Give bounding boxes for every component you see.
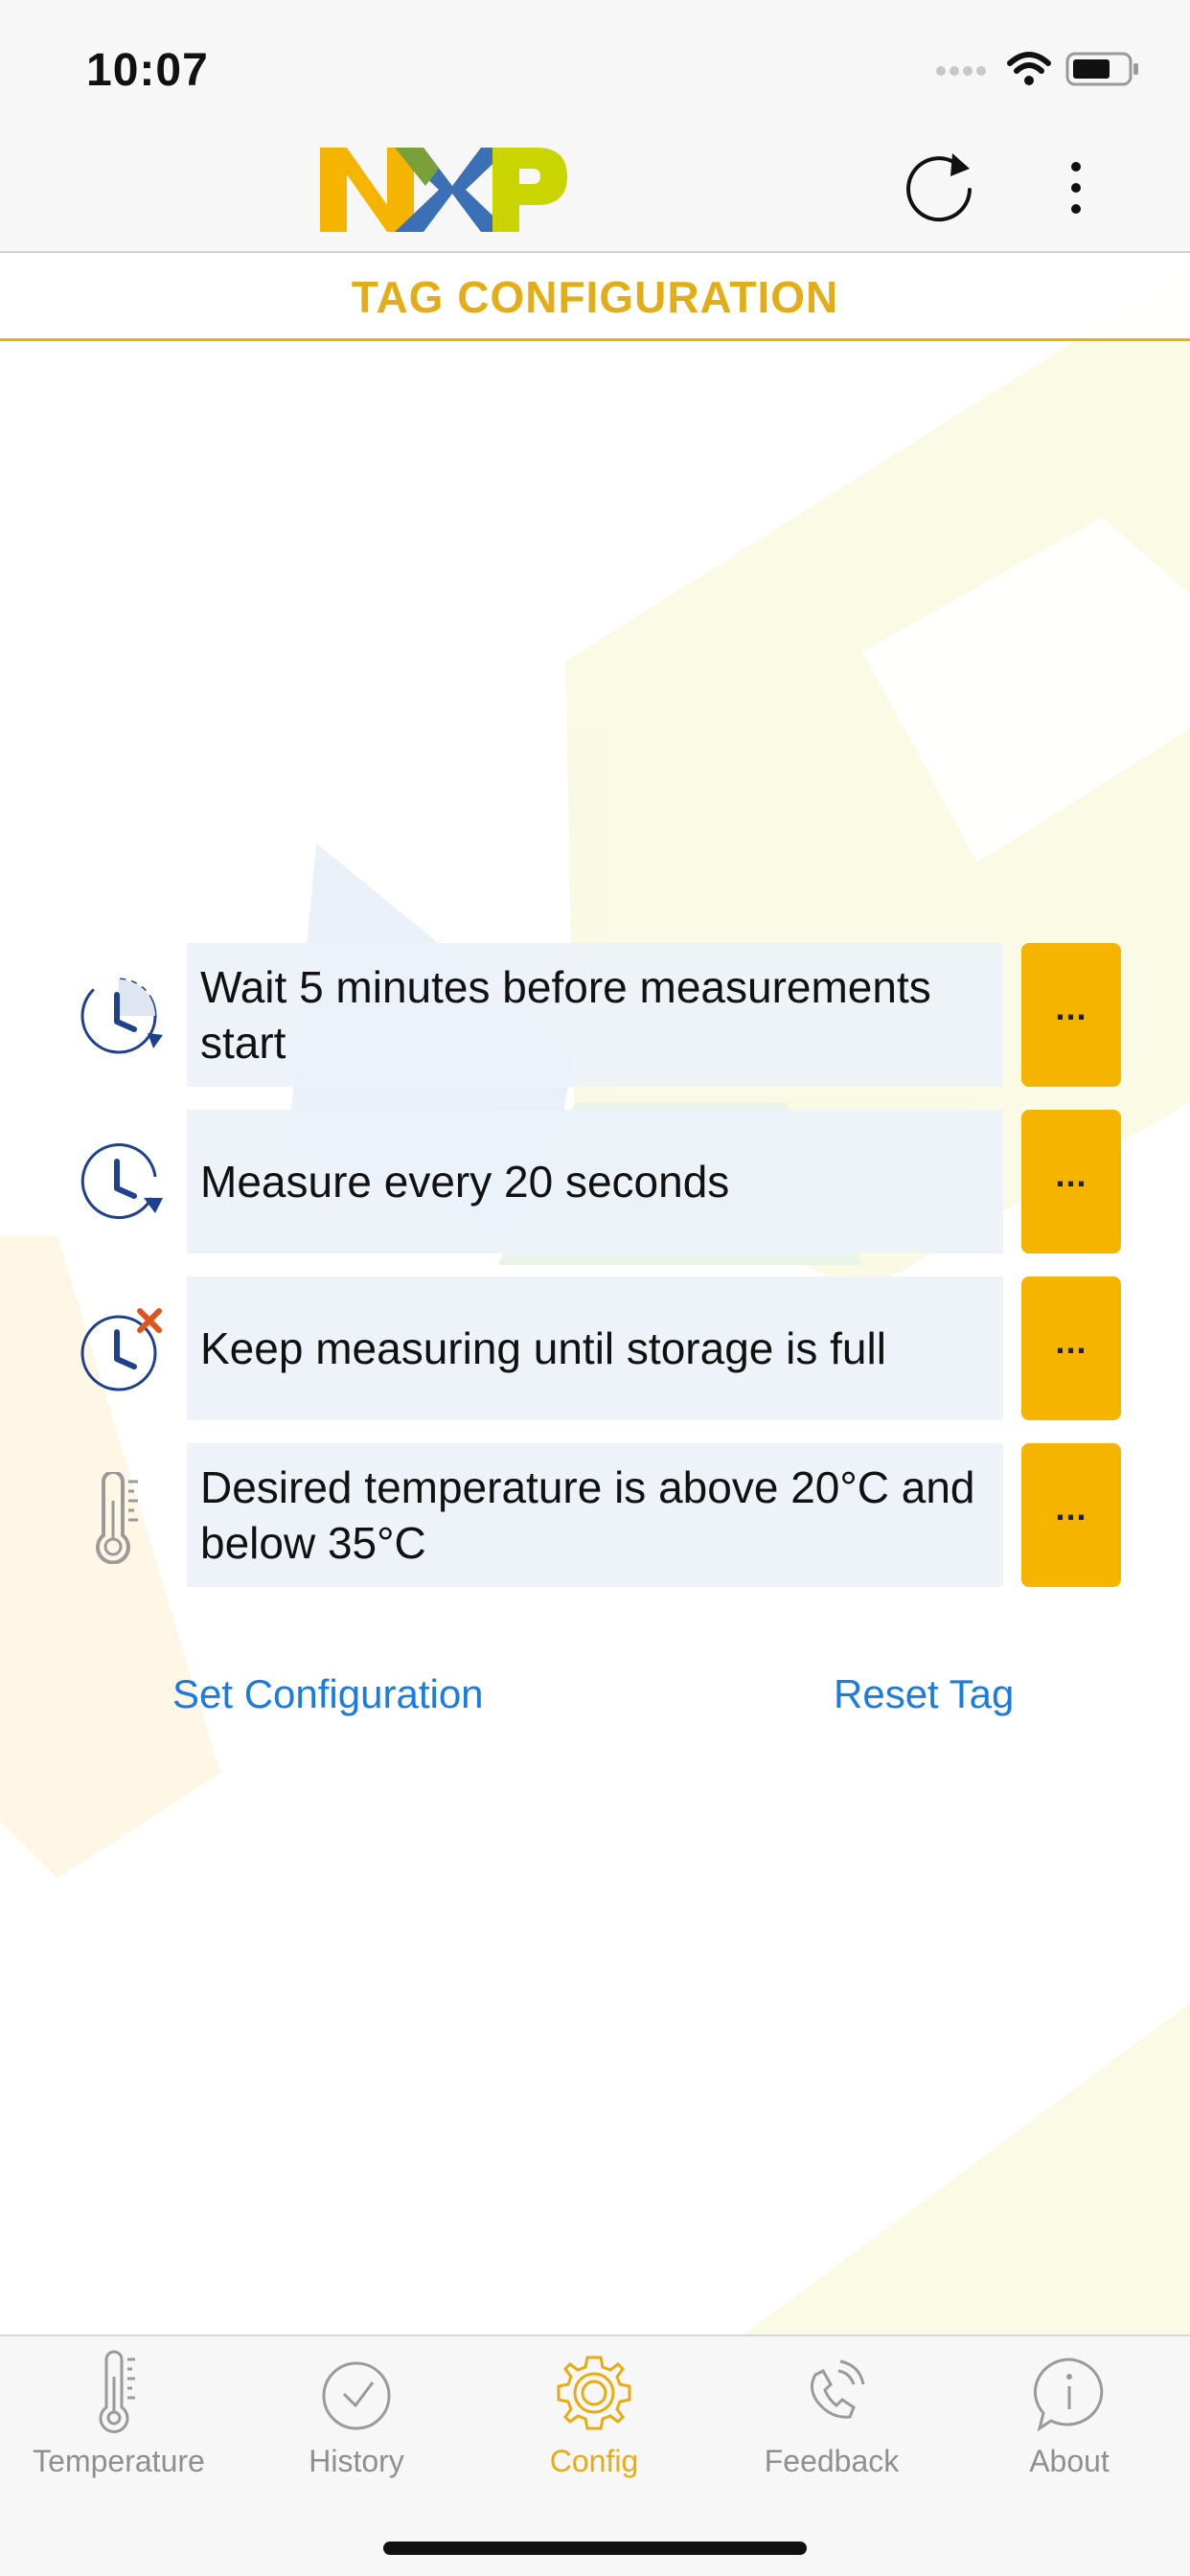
more-label: ... [1055, 988, 1087, 1027]
config-row-start-delay: Wait 5 minutes before measurements start… [0, 943, 1190, 1087]
config-list: Wait 5 minutes before measurements start… [0, 943, 1190, 1610]
config-row-text: Wait 5 minutes before measurements start [200, 962, 931, 1068]
config-row-temperature-range: Desired temperature is above 20°C and be… [0, 1443, 1190, 1587]
stop-clock-icon [80, 1308, 162, 1392]
config-text-box[interactable]: Desired temperature is above 20°C and be… [187, 1443, 1003, 1587]
reset-tag-link[interactable]: Reset Tag [834, 1671, 1014, 1717]
more-vertical-icon[interactable] [1062, 157, 1090, 218]
tab-bar: Temperature History Config Feedback Abou… [0, 2334, 1190, 2576]
phone-icon [811, 2359, 865, 2419]
edit-stop-condition-button[interactable]: ... [1021, 1276, 1121, 1420]
config-row-text: Measure every 20 seconds [200, 1157, 730, 1207]
signal-icon [936, 66, 986, 76]
config-row-text: Desired temperature is above 20°C and be… [200, 1462, 975, 1568]
nav-bar [0, 134, 1190, 253]
more-label: ... [1055, 1322, 1087, 1361]
config-row-interval: Measure every 20 seconds ... [0, 1110, 1190, 1254]
tab-temperature[interactable]: Temperature [0, 2350, 238, 2494]
config-text-box[interactable]: Keep measuring until storage is full [187, 1276, 1003, 1420]
page-title-bar: TAG CONFIGURATION [0, 255, 1190, 341]
page-title: TAG CONFIGURATION [351, 271, 839, 322]
edit-start-delay-button[interactable]: ... [1021, 943, 1121, 1087]
tab-config[interactable]: Config [475, 2350, 713, 2494]
info-bubble-icon [1033, 2358, 1104, 2432]
gear-icon [557, 2356, 631, 2430]
config-text-box[interactable]: Measure every 20 seconds [187, 1110, 1003, 1254]
wifi-icon [1007, 52, 1051, 85]
tab-label: Feedback [764, 2444, 900, 2478]
config-row-text: Keep measuring until storage is full [200, 1323, 886, 1373]
set-configuration-link[interactable]: Set Configuration [172, 1671, 484, 1717]
home-indicator[interactable] [383, 2542, 807, 2555]
thermometer-icon [96, 1472, 138, 1564]
battery-icon [1065, 52, 1138, 86]
status-bar: 10:07 [0, 0, 1190, 134]
tab-feedback[interactable]: Feedback [713, 2350, 950, 2494]
thermometer-icon [99, 2350, 135, 2433]
refresh-icon[interactable] [899, 148, 979, 228]
status-time: 10:07 [86, 45, 209, 96]
edit-temperature-range-button[interactable]: ... [1021, 1443, 1121, 1587]
clock-icon [322, 2361, 391, 2430]
tab-about[interactable]: About [950, 2350, 1188, 2494]
config-text-box[interactable]: Wait 5 minutes before measurements start [187, 943, 1003, 1087]
tab-label: History [309, 2444, 404, 2478]
tab-history[interactable]: History [238, 2350, 475, 2494]
interval-clock-icon [80, 1143, 163, 1219]
config-row-stop-condition: Keep measuring until storage is full ... [0, 1276, 1190, 1420]
tab-label: Temperature [33, 2444, 205, 2478]
delayed-start-clock-icon [80, 978, 163, 1054]
nxp-logo [320, 148, 567, 232]
tab-label: Config [549, 2444, 639, 2478]
tab-label: About [1029, 2444, 1110, 2478]
more-label: ... [1055, 1488, 1087, 1528]
more-label: ... [1055, 1155, 1087, 1194]
edit-interval-button[interactable]: ... [1021, 1110, 1121, 1254]
status-icons [935, 50, 1142, 88]
